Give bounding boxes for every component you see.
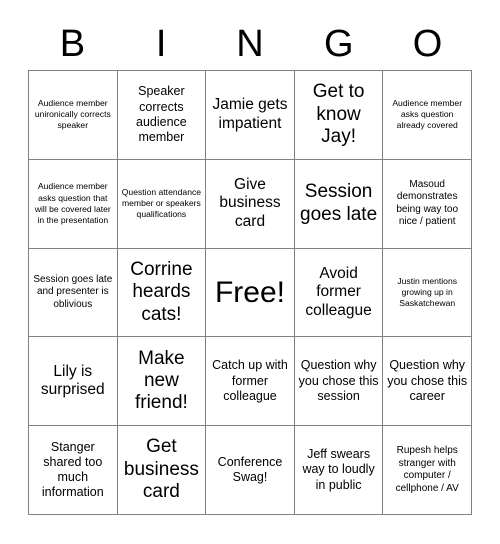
bingo-cell-label: Get business card <box>123 436 199 503</box>
bingo-card: B I N G O Audience member unironically corre… <box>0 0 500 544</box>
bingo-cell-label: Lily is surprised <box>40 362 105 399</box>
bingo-cell-r1c1[interactable]: Audience member unironically corrects sp… <box>29 71 118 160</box>
bingo-cell-label: Avoid former colleague <box>305 264 372 319</box>
bingo-header: BINGO <box>28 18 472 70</box>
bingo-cell-r5c5[interactable]: Rupesh helps stranger with computer / ce… <box>383 426 472 515</box>
bingo-cell-r5c3[interactable]: Conference Swag! <box>206 426 295 515</box>
bingo-cell-r5c2[interactable]: Get business card <box>117 426 207 515</box>
bingo-cell-label: Question why you chose this session <box>298 358 379 403</box>
bingo-cell-label: Session goes late <box>300 181 378 225</box>
bingo-cell-label: Stanger shared too much information <box>41 439 104 500</box>
bingo-cell-label: Corrine heards cats! <box>130 258 193 325</box>
bingo-cell-label: Audience member asks question already co… <box>392 98 463 131</box>
bingo-cell-label: Audience member unironically corrects sp… <box>34 98 111 131</box>
bingo-cell-r4c1[interactable]: Lily is surprised <box>29 337 118 427</box>
bingo-cell-r1c2[interactable]: Speaker corrects audience member <box>117 71 207 160</box>
bingo-cell-label: Jamie gets impatient <box>212 96 288 132</box>
bingo-cell-label: Get to know Jay! <box>312 81 365 148</box>
bingo-cell-r3c4[interactable]: Avoid former colleague <box>294 248 384 338</box>
bingo-cell-r5c4[interactable]: Jeff swears way to loudly in public <box>294 426 384 515</box>
bingo-header-letter-g: G <box>324 23 354 65</box>
bingo-grid: Audience member unironically corrects sp… <box>28 70 472 515</box>
bingo-cell-label: Masoud demonstrates being way too nice /… <box>396 178 459 228</box>
bingo-header-letter-n: N <box>236 23 264 65</box>
bingo-cell-r4c2[interactable]: Make new friend! <box>117 337 207 427</box>
bingo-free-cell[interactable]: Free! <box>206 248 295 338</box>
bingo-header-letter-b: B <box>59 23 86 65</box>
bingo-cell-label: Session goes late and presenter is obliv… <box>33 273 113 310</box>
bingo-cell-r2c3[interactable]: Give business card <box>206 159 295 249</box>
bingo-cell-r3c1[interactable]: Session goes late and presenter is obliv… <box>29 248 118 338</box>
bingo-cell-r2c5[interactable]: Masoud demonstrates being way too nice /… <box>383 159 472 249</box>
bingo-cell-label: Audience member asks question that will … <box>34 181 111 225</box>
bingo-cell-r1c3[interactable]: Jamie gets impatient <box>206 71 295 160</box>
bingo-cell-r3c2[interactable]: Corrine heards cats! <box>117 248 207 338</box>
bingo-cell-r4c4[interactable]: Question why you chose this session <box>294 337 384 427</box>
bingo-cell-label: Free! <box>214 275 285 309</box>
bingo-cell-label: Rupesh helps stranger with computer / ce… <box>395 444 459 494</box>
bingo-cell-label: Speaker corrects audience member <box>136 84 187 145</box>
bingo-cell-label: Question why you chose this career <box>387 358 468 403</box>
bingo-cell-r4c5[interactable]: Question why you chose this career <box>383 337 472 427</box>
bingo-cell-label: Question attendance member or speakers q… <box>121 186 202 220</box>
bingo-cell-r3c5[interactable]: Justin mentions growing up in Saskatchew… <box>383 248 472 338</box>
bingo-cell-label: Give business card <box>219 175 281 230</box>
bingo-cell-label: Justin mentions growing up in Saskatchew… <box>397 275 458 309</box>
bingo-cell-label: Make new friend! <box>134 347 188 414</box>
bingo-header-letter-i: I <box>155 23 167 65</box>
bingo-cell-r2c2[interactable]: Question attendance member or speakers q… <box>117 159 207 249</box>
bingo-cell-label: Conference Swag! <box>217 454 283 485</box>
bingo-cell-label: Catch up with former colleague <box>212 358 288 403</box>
bingo-cell-r4c3[interactable]: Catch up with former colleague <box>206 337 295 427</box>
bingo-cell-r5c1[interactable]: Stanger shared too much information <box>29 426 118 515</box>
bingo-cell-r2c1[interactable]: Audience member asks question that will … <box>29 159 118 249</box>
bingo-cell-r1c4[interactable]: Get to know Jay! <box>294 71 384 160</box>
bingo-cell-r1c5[interactable]: Audience member asks question already co… <box>383 71 472 160</box>
bingo-cell-r2c4[interactable]: Session goes late <box>294 159 384 249</box>
bingo-header-letter-o: O <box>412 23 443 65</box>
bingo-cell-label: Jeff swears way to loudly in public <box>302 447 375 492</box>
